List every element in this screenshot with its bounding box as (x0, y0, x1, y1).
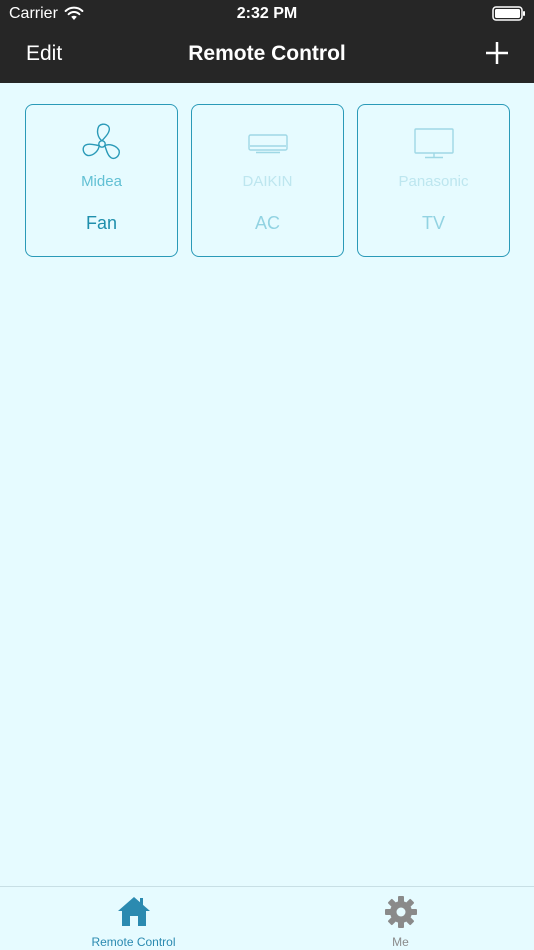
status-time: 2:32 PM (236, 5, 298, 22)
add-device-button[interactable] (484, 40, 510, 66)
device-card-ac[interactable]: DAIKIN AC (191, 104, 344, 257)
device-grid: Midea Fan DAIKIN AC Panasonic TV (25, 104, 510, 257)
gear-icon (267, 895, 534, 929)
home-icon (0, 895, 267, 927)
tab-me[interactable]: Me (267, 887, 534, 950)
tab-bar: Remote Control Me (0, 886, 534, 950)
tab-label: Remote Control (91, 935, 176, 949)
status-bar: Carrier 2:32 PM (0, 0, 534, 28)
device-type: Fan (85, 213, 118, 233)
fan-icon (26, 123, 177, 165)
device-brand: Midea (81, 173, 122, 190)
page-title: Remote Control (188, 42, 346, 65)
device-card-fan[interactable]: Midea Fan (25, 104, 178, 257)
tab-label: Me (392, 935, 409, 949)
battery-icon (492, 6, 526, 26)
app-screen: Carrier 2:32 PM Edit Remote Control Mide… (0, 0, 534, 950)
plus-icon (486, 42, 508, 64)
top-bar: Carrier 2:32 PM Edit Remote Control (0, 0, 534, 83)
device-brand: DAIKIN (242, 173, 293, 190)
tab-remote-control[interactable]: Remote Control (0, 887, 267, 950)
device-type: TV (421, 213, 445, 233)
device-brand: Panasonic (398, 173, 469, 190)
device-type: AC (254, 213, 280, 233)
tv-icon (358, 123, 509, 165)
device-card-tv[interactable]: Panasonic TV (357, 104, 510, 257)
air-conditioner-icon (192, 123, 343, 165)
